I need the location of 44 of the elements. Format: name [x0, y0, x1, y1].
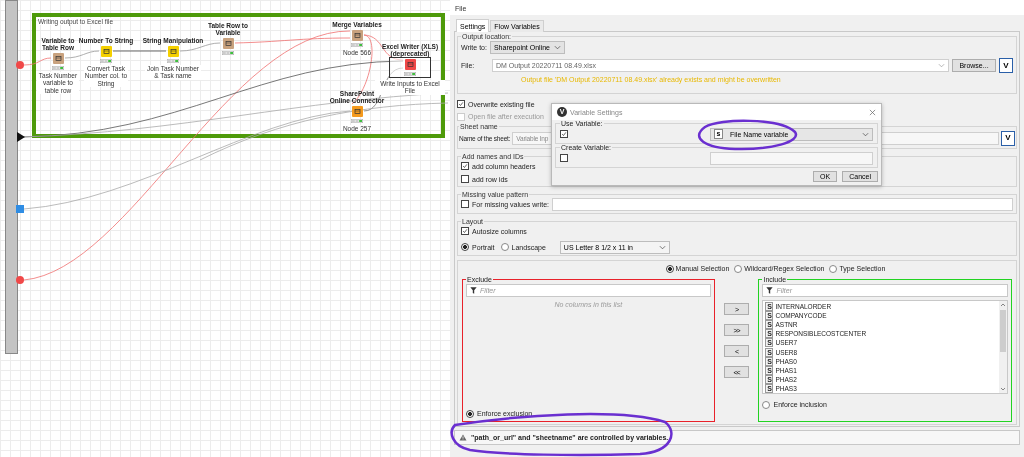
flow-variable-port-icon[interactable] [16, 276, 24, 284]
status-lights-icon [351, 42, 363, 47]
caret-icon [862, 131, 869, 137]
filter-icon [470, 287, 477, 295]
checkbox[interactable] [560, 154, 568, 162]
node-icon[interactable] [100, 45, 112, 57]
canvas-scrollbar[interactable] [5, 0, 18, 354]
status-lights-icon [222, 50, 234, 55]
flow-variable-button[interactable]: V [999, 58, 1013, 73]
node-icon[interactable] [404, 58, 416, 70]
radio-button[interactable] [466, 409, 474, 418]
status-lights-icon [404, 71, 416, 76]
flow-variable-button[interactable]: V [1001, 130, 1015, 146]
status-lights-icon [167, 58, 179, 63]
caret-icon [938, 63, 945, 68]
radio-button[interactable] [762, 400, 771, 409]
close-icon[interactable] [869, 108, 876, 116]
flow-variable-port-icon[interactable] [16, 61, 24, 69]
status-lights-icon [52, 65, 64, 70]
radio-button[interactable] [461, 243, 469, 252]
node-icon[interactable] [52, 52, 64, 64]
checkbox[interactable] [461, 175, 469, 184]
filter-icon [766, 287, 774, 295]
radio-button[interactable] [665, 264, 674, 273]
node-icon[interactable] [167, 45, 179, 57]
caret-icon [554, 45, 561, 50]
checkbox[interactable] [560, 130, 568, 138]
warning-icon [459, 434, 467, 441]
radio-button[interactable] [829, 264, 838, 273]
scrollbar[interactable] [999, 301, 1007, 394]
node-icon[interactable] [222, 37, 234, 49]
status-lights-icon [351, 118, 363, 123]
caret-icon [658, 244, 666, 250]
status-lights-icon [100, 58, 112, 63]
checkbox[interactable] [461, 162, 469, 171]
radio-button[interactable] [500, 243, 509, 252]
node-icon[interactable] [351, 105, 363, 117]
missing-value-field[interactable] [552, 197, 1013, 211]
checkbox[interactable] [461, 227, 469, 236]
checkbox[interactable] [461, 200, 469, 209]
checkbox[interactable] [457, 100, 465, 109]
node-icon[interactable] [351, 29, 363, 41]
variable-name-field[interactable] [710, 151, 873, 165]
radio-button[interactable] [734, 264, 743, 273]
